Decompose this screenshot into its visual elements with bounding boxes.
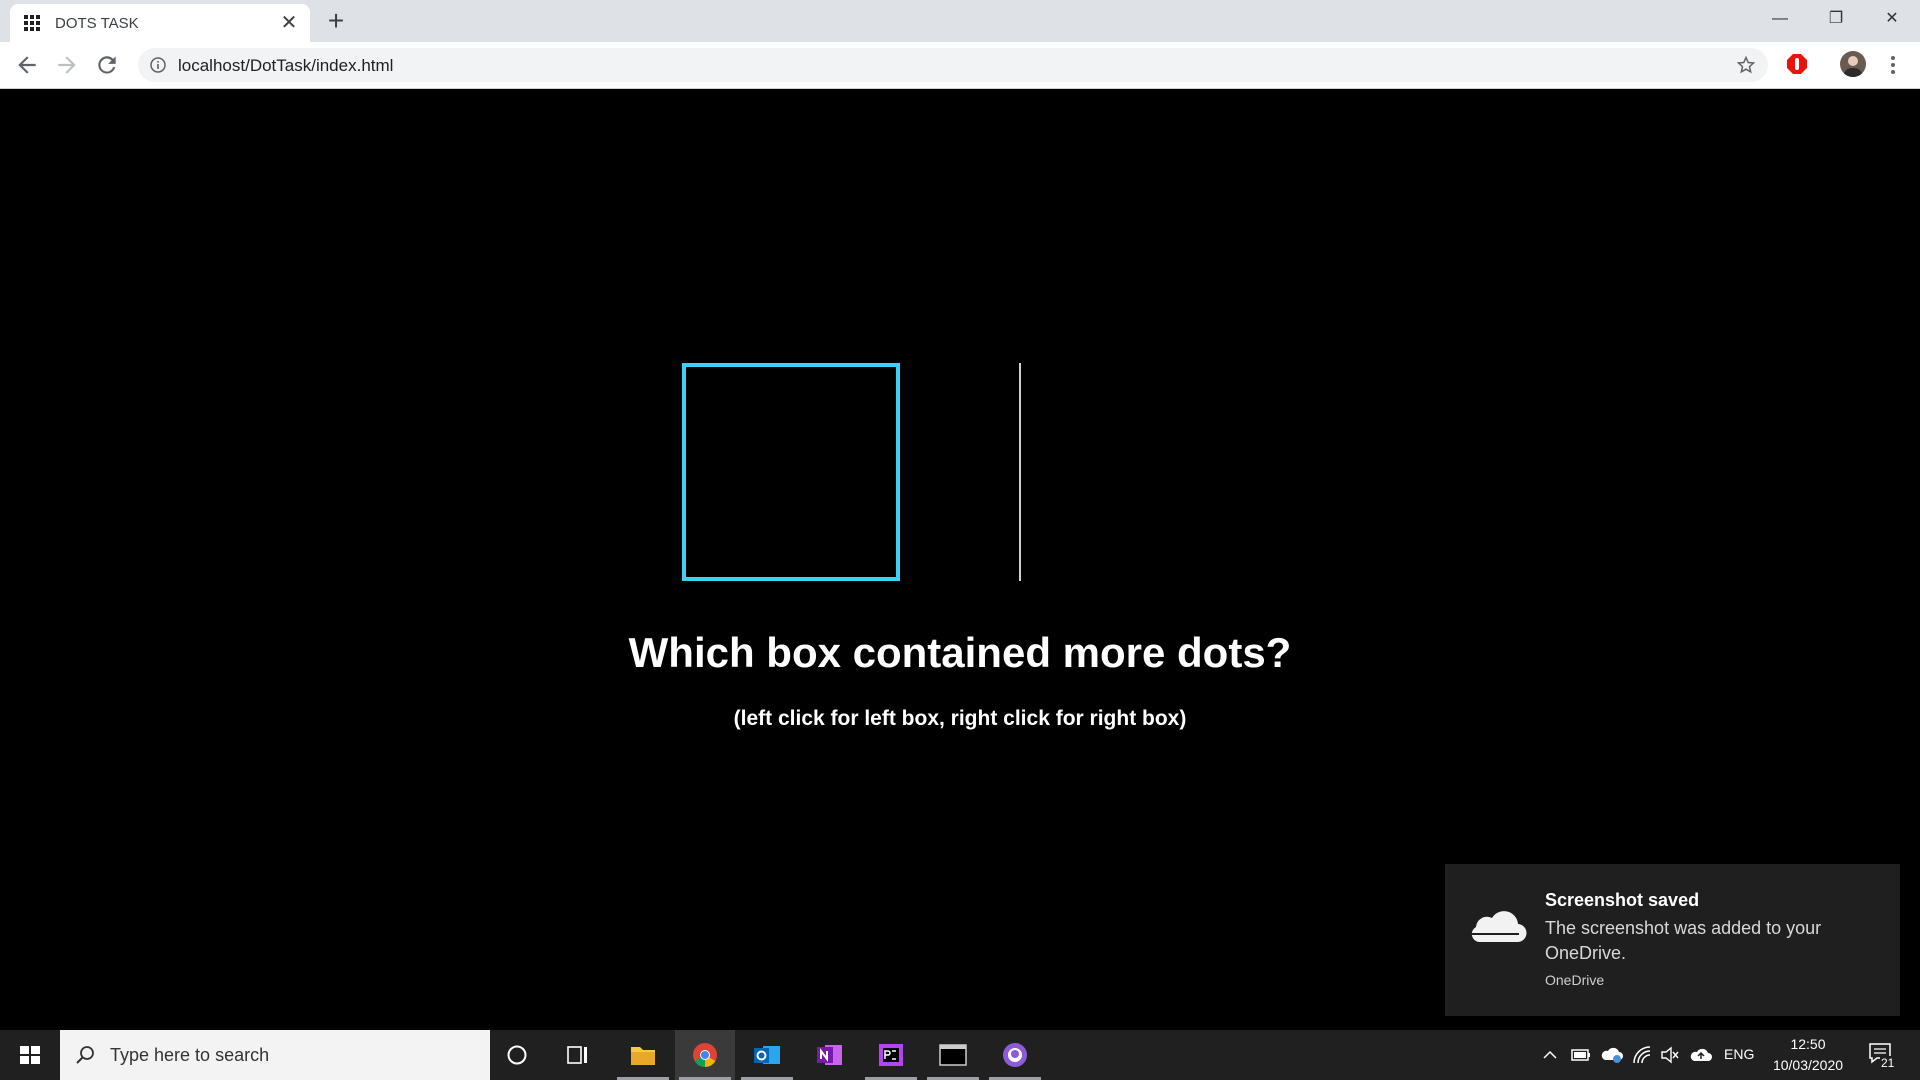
github-desktop-icon (1003, 1043, 1027, 1067)
extension-stop-icon[interactable] (1785, 52, 1809, 76)
outlook-icon (754, 1046, 780, 1064)
taskbar-file-explorer[interactable] (613, 1030, 673, 1080)
cloud-upload-icon[interactable] (1689, 1045, 1713, 1065)
restore-button[interactable]: ❐ (1808, 0, 1864, 38)
windows-start-icon[interactable] (0, 1030, 60, 1080)
info-icon[interactable] (150, 57, 166, 73)
clock-date[interactable]: 10/03/2020 (1764, 1057, 1852, 1073)
minimize-button[interactable]: — (1752, 0, 1808, 38)
toast-title: Screenshot saved (1545, 890, 1700, 910)
wifi-icon[interactable] (1632, 1045, 1652, 1065)
volume-muted-icon[interactable] (1660, 1045, 1680, 1065)
browser-toolbar: localhost/DotTask/index.html (0, 42, 1920, 89)
toast-body: The screenshot was added to your OneDriv… (1545, 918, 1822, 963)
onenote-icon (817, 1045, 842, 1065)
taskbar-outlook[interactable] (737, 1030, 797, 1080)
more-menu-icon[interactable] (1888, 52, 1898, 78)
search-placeholder: Type here to search (110, 1045, 270, 1065)
profile-avatar[interactable] (1840, 51, 1866, 77)
windows-taskbar: Type here to search ENG 12:50 10/03/2020… (0, 1030, 1920, 1080)
chrome-icon (693, 1043, 717, 1067)
grid-icon (24, 15, 40, 31)
cortana-icon[interactable] (505, 1043, 529, 1067)
onedrive-sync-icon[interactable] (1600, 1044, 1624, 1066)
back-arrow-icon[interactable] (14, 52, 40, 78)
action-center-button[interactable]: 21 (1862, 1038, 1902, 1074)
new-tab-button[interactable]: + (322, 7, 350, 36)
folder-icon (631, 1047, 655, 1065)
taskbar-search-box[interactable]: Type here to search (60, 1030, 490, 1080)
clock-time[interactable]: 12:50 (1768, 1036, 1848, 1052)
browser-tab-strip: DOTS TASK ✕ + — ❐ ✕ (0, 0, 1920, 42)
terminal-icon (939, 1044, 967, 1066)
phpstorm-icon (879, 1044, 903, 1066)
address-bar[interactable]: localhost/DotTask/index.html (138, 48, 1768, 82)
browser-tab[interactable]: DOTS TASK ✕ (10, 4, 310, 42)
toast-source: OneDrive (1545, 972, 1605, 988)
taskbar-terminal[interactable] (923, 1030, 983, 1080)
taskbar-github-desktop[interactable] (985, 1030, 1045, 1080)
url-text[interactable]: localhost/DotTask/index.html (178, 56, 393, 76)
left-dot-box[interactable] (682, 363, 900, 581)
close-window-button[interactable]: ✕ (1864, 0, 1920, 38)
taskbar-chrome[interactable] (675, 1030, 735, 1080)
onedrive-cloud-icon (1471, 911, 1527, 943)
search-icon (76, 1046, 94, 1064)
bookmark-star-icon[interactable] (1736, 55, 1756, 75)
instruction-text: (left click for left box, right click fo… (733, 707, 1187, 730)
chevron-up-icon[interactable] (1542, 1047, 1558, 1063)
taskbar-onenote[interactable] (799, 1030, 859, 1080)
screenshot-toast[interactable]: Screenshot saved The screenshot was adde… (1445, 864, 1900, 1016)
close-tab-icon[interactable]: ✕ (278, 12, 300, 34)
question-heading: Which box contained more dots? (628, 629, 1292, 676)
avatar-image-icon (1843, 56, 1863, 77)
reload-icon[interactable] (94, 52, 120, 78)
task-view-icon[interactable] (566, 1043, 590, 1067)
tab-title: DOTS TASK (55, 15, 139, 32)
taskbar-phpstorm[interactable] (861, 1030, 921, 1080)
center-divider-line (1019, 363, 1021, 581)
language-indicator[interactable]: ENG (1724, 1046, 1754, 1062)
forward-arrow-icon[interactable] (54, 52, 80, 78)
battery-icon[interactable] (1570, 1045, 1592, 1065)
notification-count: 21 (1880, 1056, 1896, 1070)
